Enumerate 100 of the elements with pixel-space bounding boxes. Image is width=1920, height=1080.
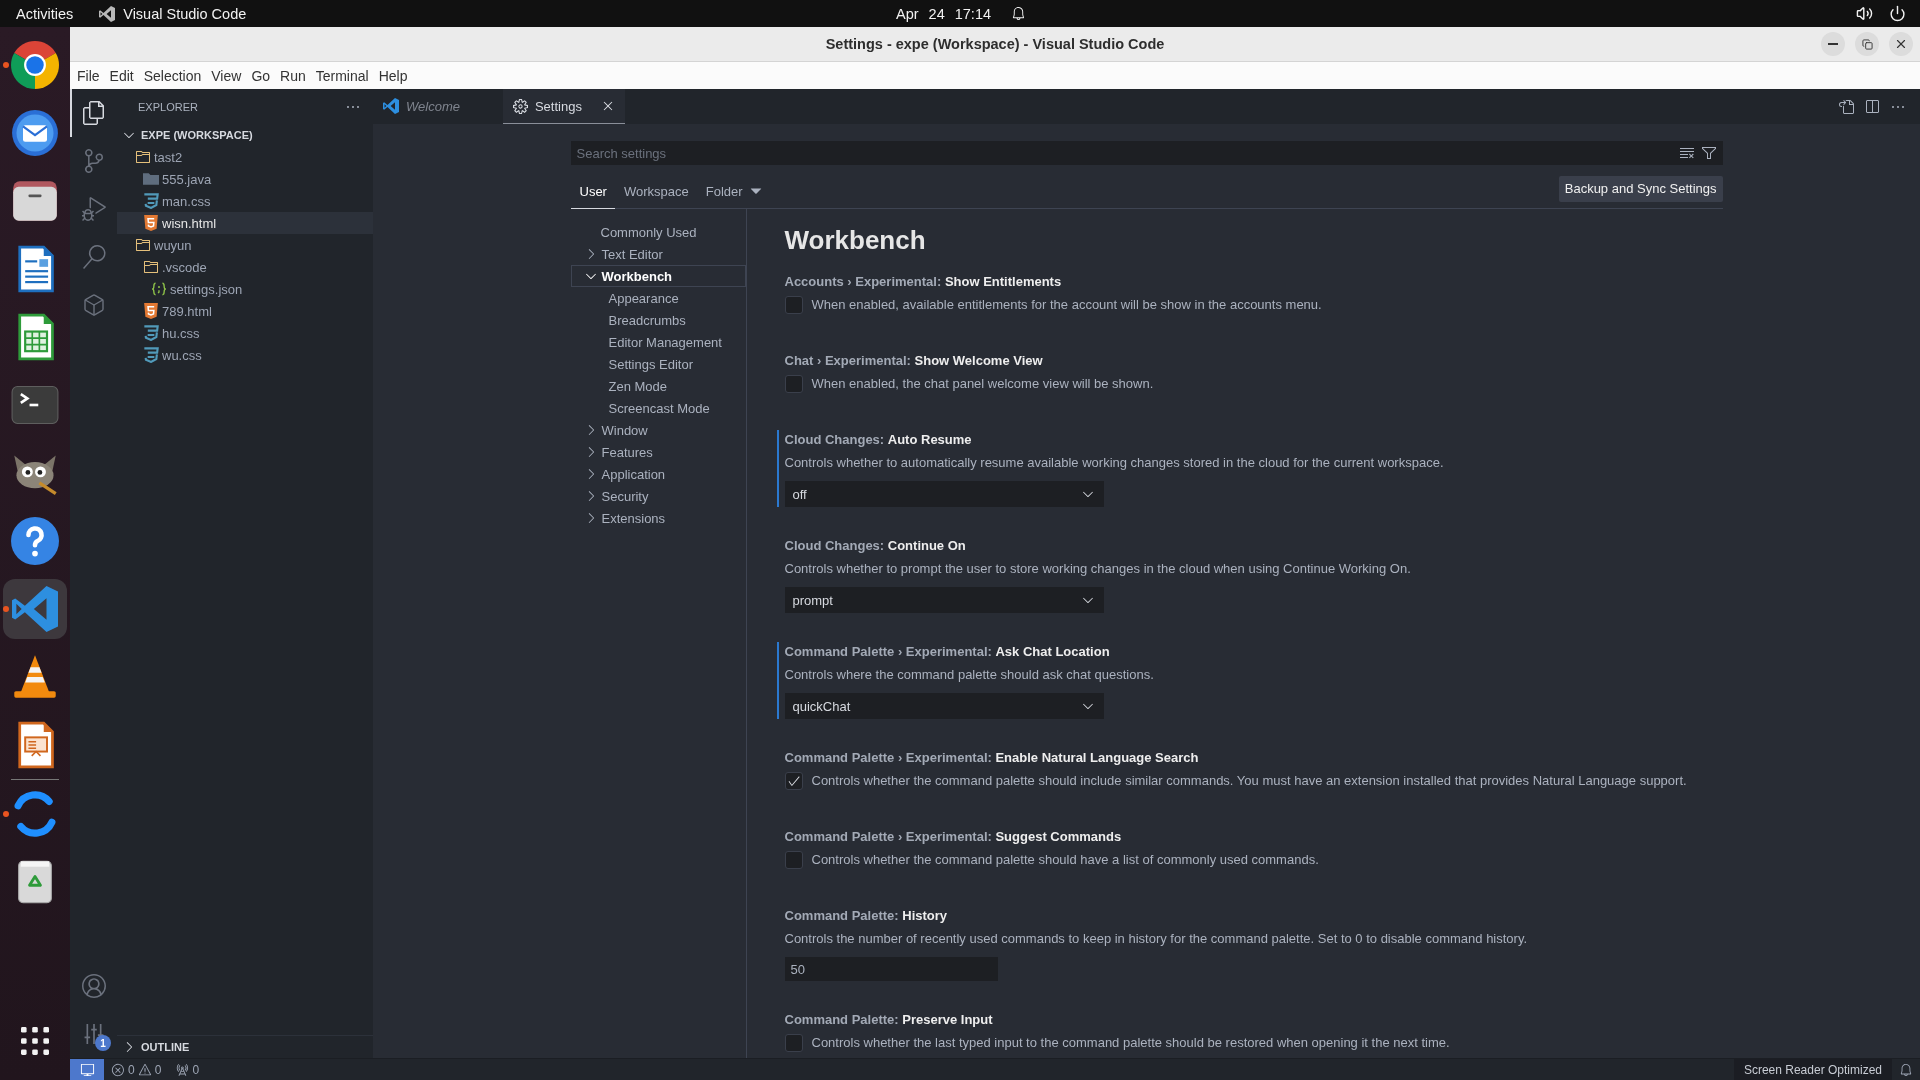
folder-icon	[135, 149, 151, 165]
editor-tab[interactable]: Settings	[502, 89, 625, 124]
toc-item[interactable]: Appearance	[570, 287, 746, 309]
toc-item[interactable]: Zen Mode	[570, 375, 746, 397]
menu-item[interactable]: View	[207, 64, 246, 87]
tree-item[interactable]: hu.css	[117, 322, 373, 344]
minimize-button[interactable]	[1821, 32, 1845, 56]
volume-icon[interactable]	[1856, 5, 1873, 22]
tree-item[interactable]: .vscode	[117, 256, 373, 278]
toc-item[interactable]: Commonly Used	[570, 221, 746, 243]
scope-tab[interactable]: User	[570, 174, 615, 209]
toc-item[interactable]: Settings Editor	[570, 353, 746, 375]
open-file-icon[interactable]	[1838, 98, 1854, 115]
manage-button[interactable]: 1	[70, 1010, 117, 1058]
screen-reader-button[interactable]: Screen Reader Optimized	[1733, 1059, 1892, 1080]
setting-title: Command Palette: Preserve Input	[784, 1011, 993, 1029]
mail-icon[interactable]	[11, 109, 59, 157]
setting-description: Controls whether to automatically resume available working changes stored in the cloud for the current workspace.	[784, 454, 1444, 472]
setting-description: When enabled, the chat panel welcome view will be shown.	[811, 375, 1154, 393]
tree-item[interactable]: tast2	[117, 146, 373, 168]
setting-description: Controls whether the command palette should have a list of commonly used commands.	[811, 851, 1319, 869]
checkbox[interactable]	[784, 1034, 803, 1052]
sync-settings-button[interactable]: Backup and Sync Settings	[1558, 175, 1723, 202]
setting-title: Accounts › Experimental: Show Entitlements	[784, 273, 1062, 291]
power-icon[interactable]	[1889, 5, 1906, 22]
split-editor-icon[interactable]	[1864, 98, 1880, 115]
html-file-icon	[143, 215, 159, 231]
checkbox[interactable]	[784, 772, 803, 790]
clear-filter-icon[interactable]	[1678, 145, 1695, 161]
number-input[interactable]: 50	[784, 957, 998, 981]
tree-item[interactable]: wisn.html	[117, 212, 373, 234]
menu-item[interactable]: Selection	[139, 64, 206, 87]
setting-title: Command Palette › Experimental: Enable Natural Language Search	[784, 749, 1199, 767]
window-title: Settings - expe (Workspace) - Visual Studio Code	[825, 36, 1165, 52]
ribbon-logo-icon	[383, 98, 399, 114]
section-heading: Workbench	[784, 224, 927, 256]
toc-item[interactable]: Features	[570, 441, 746, 463]
close-button[interactable]	[1889, 32, 1913, 56]
menu-item[interactable]: Edit	[105, 64, 138, 87]
tree-item[interactable]: 555.java	[117, 168, 373, 190]
ports-button[interactable]: 0	[168, 1059, 207, 1080]
problems-button[interactable]: 0 0	[104, 1059, 169, 1080]
toc-item[interactable]: Application	[570, 463, 746, 485]
sidebar-title: EXPLORER	[138, 100, 198, 113]
select-dropdown[interactable]: off	[784, 481, 1104, 507]
account-icon	[81, 974, 106, 998]
bell-icon	[1899, 1062, 1913, 1077]
bell-icon[interactable]	[1011, 6, 1027, 21]
restore-button[interactable]	[1855, 32, 1879, 56]
menu-item[interactable]: Go	[247, 64, 275, 87]
tree-item[interactable]: wu.css	[117, 344, 373, 366]
filter-icon[interactable]	[1700, 145, 1717, 161]
search-field[interactable]: Search settings	[570, 141, 1673, 165]
menu-item[interactable]: Help	[374, 64, 412, 87]
select-dropdown[interactable]: prompt	[784, 587, 1104, 613]
checkbox[interactable]	[784, 851, 803, 869]
scope-tab[interactable]: Folder	[696, 174, 771, 209]
menu-item[interactable]: Run	[276, 64, 310, 87]
clock-button[interactable]: Apr 24 17:14	[895, 5, 992, 22]
tree-item[interactable]: settings.json	[117, 278, 373, 300]
broadcast-icon	[175, 1062, 190, 1077]
help-icon[interactable]	[11, 517, 59, 565]
checkbox[interactable]	[784, 375, 803, 393]
restore-icon	[1861, 38, 1873, 50]
traffic-cone-icon[interactable]	[11, 653, 59, 701]
tree-item[interactable]: wuyun	[117, 234, 373, 256]
toc-item[interactable]: Extensions	[570, 507, 746, 529]
tree-item[interactable]: 789.html	[117, 300, 373, 322]
toc-item[interactable]: Workbench	[570, 265, 746, 287]
app-menu-button[interactable]: Visual Studio Code	[99, 5, 247, 22]
folder-icon	[135, 237, 151, 253]
menu-item[interactable]: Terminal	[311, 64, 373, 87]
menu-item[interactable]: File	[73, 64, 104, 87]
toc-item[interactable]: Editor Management	[570, 331, 746, 353]
css-file-icon	[143, 325, 159, 341]
toc-item[interactable]: Text Editor	[570, 243, 746, 265]
filled-folder-icon	[143, 171, 159, 187]
gear-icon	[512, 98, 528, 114]
remote-button[interactable]	[70, 1059, 104, 1080]
setting-description: Controls where the command palette should ask chat questions.	[784, 666, 1154, 684]
toc-item[interactable]: Security	[570, 485, 746, 507]
warning-icon	[137, 1062, 152, 1077]
app-grid-icon[interactable]	[21, 1027, 49, 1055]
ribbon-logo-icon[interactable]	[12, 586, 58, 632]
checkbox[interactable]	[784, 296, 803, 314]
setting-description: Controls the number of recently used commands to keep in history for the command palette. Set to 0 to disable command history.	[784, 930, 1528, 948]
toc-item[interactable]: Screencast Mode	[570, 397, 746, 419]
toc-item[interactable]: Breadcrumbs	[570, 309, 746, 331]
activities-button[interactable]: Activities	[16, 5, 74, 22]
scope-tab[interactable]: Workspace	[614, 174, 697, 209]
toc-item[interactable]: Window	[570, 419, 746, 441]
setting-title: Cloud Changes: Auto Resume	[784, 431, 972, 449]
css-file-icon	[143, 193, 159, 209]
tricolor-circle-icon[interactable]	[11, 41, 59, 89]
folder-icon	[143, 259, 159, 275]
tree-item[interactable]: man.css	[117, 190, 373, 212]
workspace-header[interactable]: EXPE (WORKSPACE)	[117, 124, 373, 146]
setting-description: Controls whether to prompt the user to store working changes in the cloud when using Continue Working On.	[784, 560, 1411, 578]
select-dropdown[interactable]: quickChat	[784, 693, 1104, 719]
setting-description: Controls whether the command palette should include similar commands. You must have an extension installed that provides Natural Language support.	[811, 772, 1687, 790]
